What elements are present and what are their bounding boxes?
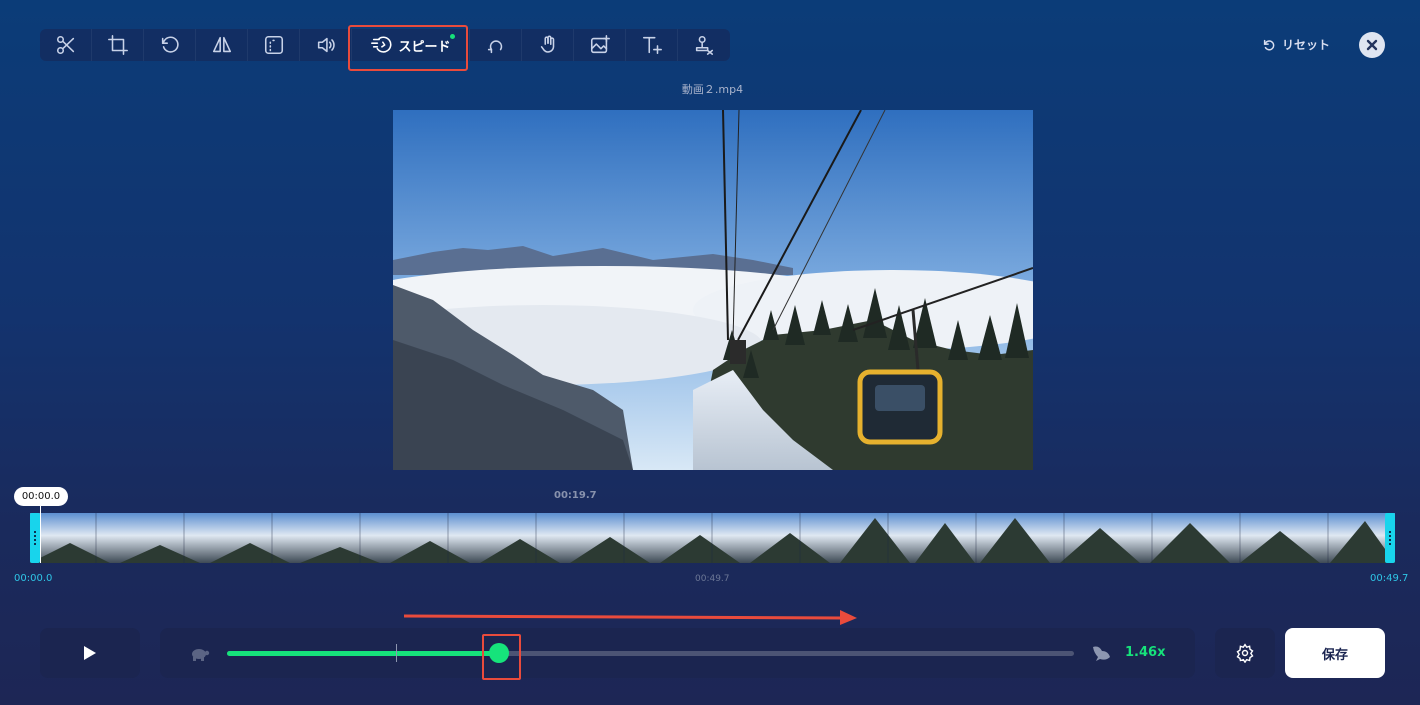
crop-tool-button[interactable] xyxy=(92,29,144,61)
timeline-marker-time: 00:19.7 xyxy=(554,490,597,501)
trim-handle-right[interactable] xyxy=(1385,513,1395,563)
play-icon xyxy=(84,646,96,660)
crop-icon xyxy=(107,35,128,55)
playhead-time: 00:00.0 xyxy=(14,487,68,506)
close-button[interactable] xyxy=(1359,32,1385,58)
video-frame-image xyxy=(393,110,1033,470)
file-name: 動画２.mp4 xyxy=(681,83,744,96)
duration-time: 00:49.7 xyxy=(695,574,730,584)
flip-tool-button[interactable] xyxy=(196,29,248,61)
video-preview xyxy=(393,110,1033,470)
normal-speed-tick xyxy=(396,644,397,662)
playhead[interactable] xyxy=(40,506,41,563)
stabilize-icon xyxy=(540,35,554,53)
rotate-icon xyxy=(161,36,179,53)
reset-icon xyxy=(1263,39,1275,50)
loop-icon xyxy=(487,40,502,54)
timeline-filmstrip[interactable] xyxy=(30,513,1395,563)
loop-tool-button[interactable] xyxy=(470,29,522,61)
reset-label: リセット xyxy=(1282,38,1331,52)
frame-tool-button[interactable] xyxy=(248,29,300,61)
speed-value: 1.46x xyxy=(1125,645,1166,660)
play-button[interactable] xyxy=(40,628,140,678)
remove-watermark-icon xyxy=(695,35,714,55)
remove-watermark-tool-button[interactable] xyxy=(678,29,730,61)
frame-icon xyxy=(264,35,283,55)
speed-slider[interactable] xyxy=(227,643,1074,663)
speed-control-panel: 1.46x xyxy=(160,628,1195,678)
flip-icon xyxy=(212,36,231,53)
stabilize-tool-button[interactable] xyxy=(522,29,574,61)
save-button[interactable]: 保存 xyxy=(1285,628,1385,678)
turtle-icon xyxy=(192,649,210,661)
trim-end-time: 00:49.7 xyxy=(1370,573,1409,584)
cut-tool-button[interactable] xyxy=(40,29,92,61)
volume-icon xyxy=(317,37,335,53)
add-image-icon xyxy=(590,35,610,54)
settings-button[interactable] xyxy=(1215,628,1275,678)
add-text-tool-button[interactable] xyxy=(626,29,678,61)
rabbit-icon xyxy=(1093,646,1110,661)
filmstrip-thumbnails xyxy=(30,513,1395,563)
close-icon xyxy=(1366,39,1378,51)
volume-tool-button[interactable] xyxy=(300,29,352,61)
trim-handle-left[interactable] xyxy=(30,513,40,563)
reset-button[interactable]: リセット xyxy=(1262,36,1330,53)
rotate-tool-button[interactable] xyxy=(144,29,196,61)
slider-thumb-highlight xyxy=(482,634,521,680)
annotation-arrow xyxy=(404,610,857,625)
trim-start-time: 00:00.0 xyxy=(14,573,53,584)
speed-tab-highlight xyxy=(348,25,468,71)
add-image-tool-button[interactable] xyxy=(574,29,626,61)
add-text-icon xyxy=(642,36,662,55)
speed-slider-fill xyxy=(227,651,499,656)
scissors-icon xyxy=(56,35,74,55)
gear-icon xyxy=(1236,643,1254,663)
